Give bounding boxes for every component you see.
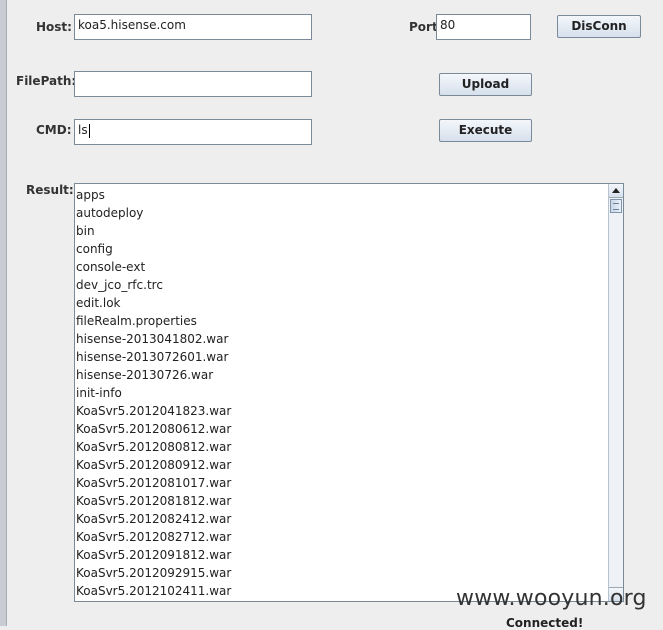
result-line: hisense-20130726.war <box>76 368 214 382</box>
result-line: KoaSvr5.2012081017.war <box>76 476 232 490</box>
result-line: KoaSvr5.2012041823.war <box>76 404 232 418</box>
port-input[interactable]: 80 <box>436 14 531 40</box>
filepath-label: FilePath: <box>16 74 77 88</box>
result-list: apps autodeploy bin config console-ext dev_jc… <box>76 186 231 600</box>
result-line: edit.lok <box>76 296 121 310</box>
status-text: Connected! <box>506 616 584 630</box>
result-line: hisense-2013072601.war <box>76 350 229 364</box>
result-textarea[interactable]: apps autodeploy bin config console-ext dev_jc… <box>74 183 624 602</box>
result-line: KoaSvr5.2012080812.war <box>76 440 232 454</box>
host-label: Host: <box>36 20 72 34</box>
result-label: Result: <box>26 183 74 197</box>
watermark: www.wooyun.org <box>456 586 647 611</box>
execute-button[interactable]: Execute <box>439 119 532 142</box>
scroll-thumb[interactable] <box>610 199 622 213</box>
vertical-scrollbar[interactable] <box>608 184 623 601</box>
result-line: bin <box>76 224 95 238</box>
result-line: KoaSvr5.2012080612.war <box>76 422 232 436</box>
result-line: KoaSvr5.2012082712.war <box>76 530 232 544</box>
scroll-up-arrow-icon[interactable] <box>609 184 623 198</box>
result-line: KoaSvr5.2012092915.war <box>76 566 232 580</box>
host-input-value: koa5.hisense.com <box>78 18 186 32</box>
result-line: KoaSvr5.2012091812.war <box>76 548 232 562</box>
result-line: hisense-2013041802.war <box>76 332 229 346</box>
port-input-value: 80 <box>440 18 456 32</box>
result-line: dev_jco_rfc.trc <box>76 278 163 292</box>
result-line: KoaSvr5.2012081812.war <box>76 494 232 508</box>
text-caret <box>88 123 90 138</box>
result-line: KoaSvr5.2012102411.war <box>76 584 232 598</box>
host-input[interactable]: koa5.hisense.com <box>74 14 312 40</box>
result-line: KoaSvr5.2012082412.war <box>76 512 232 526</box>
result-line: autodeploy <box>76 206 144 220</box>
result-line: fileRealm.properties <box>76 314 197 328</box>
result-line: KoaSvr5.2012080912.war <box>76 458 232 472</box>
upload-button[interactable]: Upload <box>439 73 532 96</box>
window-left-border <box>0 0 7 626</box>
cmd-input-value: ls <box>78 123 88 137</box>
result-line: console-ext <box>76 260 146 274</box>
cmd-input[interactable]: ls <box>74 119 312 145</box>
result-line: apps <box>76 188 105 202</box>
result-line: config <box>76 242 113 256</box>
disconnect-button[interactable]: DisConn <box>557 15 641 38</box>
cmd-label: CMD: <box>36 123 72 137</box>
result-line: init-info <box>76 386 122 400</box>
filepath-input[interactable] <box>74 71 312 97</box>
